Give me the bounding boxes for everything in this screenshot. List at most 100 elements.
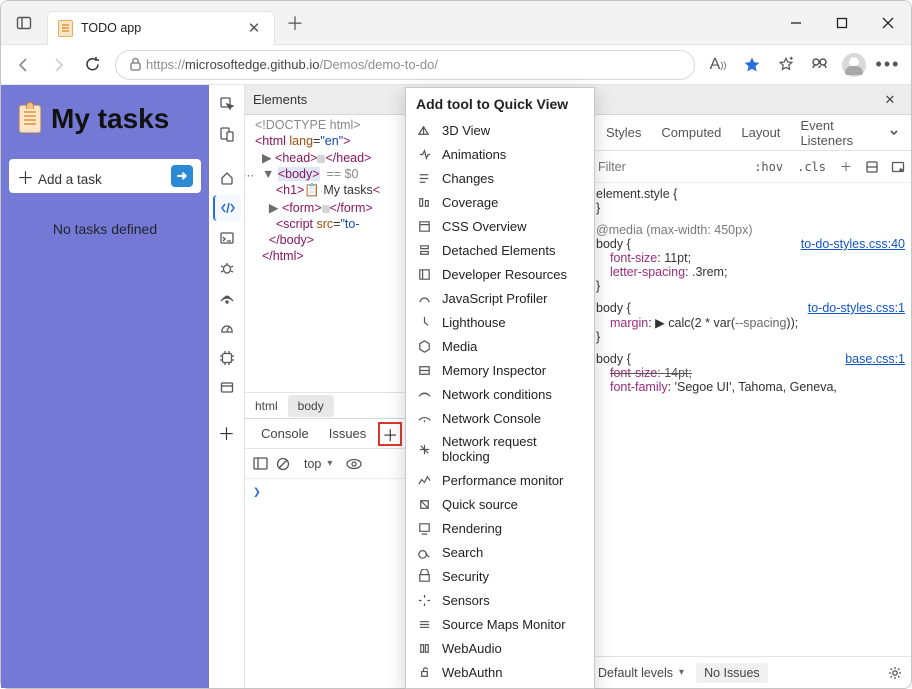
nav-refresh-button[interactable] xyxy=(75,48,109,82)
popup-item-label: JavaScript Profiler xyxy=(442,291,547,306)
drawer-tab-console[interactable]: Console xyxy=(251,421,319,446)
popup-item-detached-elements[interactable]: Detached Elements xyxy=(406,238,594,262)
application-icon[interactable] xyxy=(213,375,241,401)
no-issues-chip[interactable]: No Issues xyxy=(696,663,768,683)
popup-item-performance-monitor[interactable]: Performance monitor xyxy=(406,468,594,492)
console-sidebar-icon[interactable] xyxy=(253,457,268,470)
new-tab-button[interactable]: ＋ xyxy=(279,10,311,36)
drawer-add-tool-button[interactable]: ＋ xyxy=(378,422,402,446)
console-clear-icon[interactable] xyxy=(276,457,290,471)
add-task-submit-icon[interactable]: ➜ xyxy=(171,165,193,187)
popup-item-network-console[interactable]: Network Console xyxy=(406,406,594,430)
nav-back-button[interactable] xyxy=(7,48,41,82)
popup-item-network-conditions[interactable]: Network conditions xyxy=(406,382,594,406)
elements-icon[interactable] xyxy=(213,195,241,221)
popup-item-label: Security xyxy=(442,569,489,584)
popup-item-label: 3D View xyxy=(442,123,490,138)
popup-item-media[interactable]: Media xyxy=(406,334,594,358)
window-minimize-button[interactable] xyxy=(773,1,819,45)
popup-item-icon xyxy=(416,496,432,512)
tab-close-icon[interactable]: ✕ xyxy=(244,19,264,37)
console-icon[interactable] xyxy=(213,225,241,251)
popup-item-label: Network Console xyxy=(442,411,541,426)
nav-forward-button xyxy=(41,48,75,82)
drawer-tab-issues[interactable]: Issues xyxy=(319,421,377,446)
console-context-select[interactable]: top xyxy=(298,455,338,473)
popup-item-icon xyxy=(416,472,432,488)
popup-item-icon xyxy=(416,290,432,306)
styles-tab-events[interactable]: Event Listeners xyxy=(790,112,877,154)
popup-item-lighthouse[interactable]: Lighthouse xyxy=(406,310,594,334)
popup-item-security[interactable]: Security xyxy=(406,564,594,588)
popup-item-icon xyxy=(416,544,432,560)
popup-item-animations[interactable]: Animations xyxy=(406,142,594,166)
performance-icon[interactable] xyxy=(213,315,241,341)
styles-computed-toggle-icon[interactable] xyxy=(859,154,885,180)
popup-item-icon xyxy=(416,362,432,378)
address-bar[interactable]: https:// microsoftedge.github.io /Demos/… xyxy=(115,50,695,80)
collections-icon[interactable] xyxy=(803,48,837,82)
popup-item-css-overview[interactable]: CSS Overview xyxy=(406,214,594,238)
toggle-cls-button[interactable]: .cls xyxy=(790,156,833,178)
more-tools-plus-icon[interactable]: ＋ xyxy=(213,419,241,445)
popup-item-label: Lighthouse xyxy=(442,315,506,330)
crumb-body[interactable]: body xyxy=(288,395,334,417)
favorites-icon[interactable] xyxy=(769,48,803,82)
popup-item-changes[interactable]: Changes xyxy=(406,166,594,190)
favorite-star-icon[interactable] xyxy=(735,48,769,82)
memory-icon[interactable] xyxy=(213,345,241,371)
popup-item-icon xyxy=(416,194,432,210)
popup-item-search[interactable]: Search xyxy=(406,540,594,564)
popup-item-label: Performance monitor xyxy=(442,473,563,488)
add-task-input[interactable]: ＋Add a task ➜ xyxy=(9,159,201,193)
new-style-rule-icon[interactable]: ＋ xyxy=(833,154,859,180)
styles-rendering-icon[interactable] xyxy=(885,154,911,180)
popup-item-3d-view[interactable]: 3D View xyxy=(406,118,594,142)
popup-item-label: Coverage xyxy=(442,195,498,210)
popup-item-label: WebAudio xyxy=(442,641,502,656)
lock-icon xyxy=(124,57,146,72)
popup-item-source-maps-monitor[interactable]: Source Maps Monitor xyxy=(406,612,594,636)
popup-item-sensors[interactable]: Sensors xyxy=(406,588,594,612)
console-live-icon[interactable] xyxy=(346,458,362,470)
console-settings-icon[interactable] xyxy=(887,665,903,681)
popup-item-quick-source[interactable]: Quick source xyxy=(406,492,594,516)
profile-avatar[interactable] xyxy=(837,48,871,82)
devtools-close-icon[interactable]: ✕ xyxy=(877,87,903,113)
popup-item-webauthn[interactable]: WebAuthn xyxy=(406,660,594,684)
styles-tabs-more-icon[interactable] xyxy=(877,120,911,146)
network-icon[interactable] xyxy=(213,285,241,311)
popup-item-label: Detached Elements xyxy=(442,243,555,258)
issues-levels-select[interactable]: Default levels xyxy=(598,666,684,680)
styles-tab-styles[interactable]: Styles xyxy=(596,119,651,146)
popup-item-rendering[interactable]: Rendering xyxy=(406,516,594,540)
styles-tab-computed[interactable]: Computed xyxy=(651,119,731,146)
tab-actions-icon[interactable] xyxy=(7,6,41,40)
styles-filter-input[interactable] xyxy=(590,156,700,178)
sources-bug-icon[interactable] xyxy=(213,255,241,281)
window-maximize-button[interactable] xyxy=(819,1,865,45)
crumb-html[interactable]: html xyxy=(245,395,288,417)
popup-item-label: Changes xyxy=(442,171,494,186)
browser-more-icon[interactable]: ••• xyxy=(871,48,905,82)
welcome-icon[interactable] xyxy=(213,165,241,191)
popup-item-javascript-profiler[interactable]: JavaScript Profiler xyxy=(406,286,594,310)
browser-tab[interactable]: TODO app ✕ xyxy=(47,11,275,45)
popup-item-icon xyxy=(416,441,432,457)
toggle-hov-button[interactable]: :hov xyxy=(747,156,790,178)
styles-rules[interactable]: element.style { } @media (max-width: 450… xyxy=(590,183,911,656)
popup-item-webaudio[interactable]: WebAudio xyxy=(406,636,594,660)
popup-item-coverage[interactable]: Coverage xyxy=(406,190,594,214)
popup-item-icon xyxy=(416,410,432,426)
popup-item-icon xyxy=(416,592,432,608)
popup-item-icon xyxy=(416,568,432,584)
popup-item-icon xyxy=(416,122,432,138)
device-toggle-icon[interactable] xyxy=(213,121,241,147)
read-aloud-icon[interactable]: A)) xyxy=(701,48,735,82)
popup-item-memory-inspector[interactable]: Memory Inspector xyxy=(406,358,594,382)
popup-item-developer-resources[interactable]: Developer Resources xyxy=(406,262,594,286)
window-close-button[interactable] xyxy=(865,1,911,45)
inspect-icon[interactable] xyxy=(213,91,241,117)
popup-item-network-request-blocking[interactable]: Network request blocking xyxy=(406,430,594,468)
styles-tab-layout[interactable]: Layout xyxy=(731,119,790,146)
